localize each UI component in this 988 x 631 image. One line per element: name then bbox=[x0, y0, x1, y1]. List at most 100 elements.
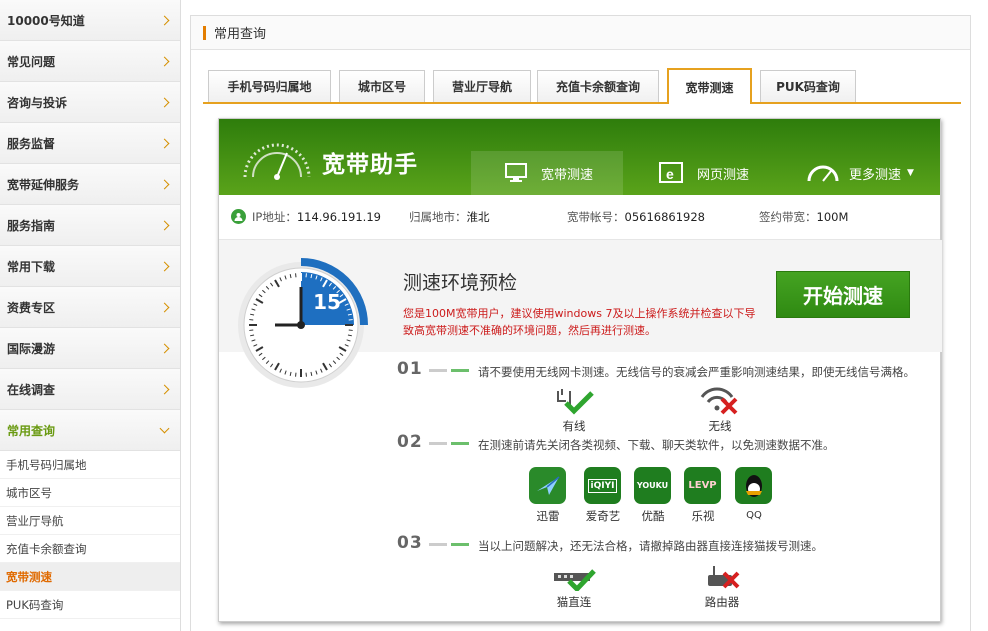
sidebar-item-service-guide[interactable]: 服务指南 bbox=[0, 205, 180, 246]
query-tabs: 手机号码归属地 城市区号 营业厅导航 充值卡余额查询 宽带测速 PUK码查询 bbox=[203, 68, 961, 104]
wireless-x-icon bbox=[700, 387, 738, 415]
sidebar-item-roaming[interactable]: 国际漫游 bbox=[0, 328, 180, 369]
header-accent-bar bbox=[203, 25, 206, 40]
chevron-right-icon bbox=[159, 56, 170, 66]
sidebar-item-label: 服务指南 bbox=[7, 218, 56, 233]
sidebar: 10000号知道 常见问题 咨询与投诉 服务监督 宽带延伸服务 服务指南 常用下… bbox=[0, 0, 181, 631]
sidebar-subitem-label: 城市区号 bbox=[6, 485, 52, 500]
sidebar-item-tariffs[interactable]: 资费专区 bbox=[0, 287, 180, 328]
account-label: 宽带帐号： bbox=[567, 210, 625, 224]
web-browser-icon: e bbox=[659, 162, 683, 183]
sidebar-subitem-phone-location[interactable]: 手机号码归属地 bbox=[0, 451, 180, 479]
sidebar-item-label: 咨询与投诉 bbox=[7, 95, 68, 110]
chevron-right-icon bbox=[159, 384, 170, 394]
sidebar-subitem-area-code[interactable]: 城市区号 bbox=[0, 479, 180, 507]
wireless-label: 无线 bbox=[708, 419, 732, 433]
account-info: 宽带帐号：05616861928 bbox=[567, 209, 705, 225]
modem-option: 猫直连 bbox=[551, 567, 597, 610]
tab-phone-location[interactable]: 手机号码归属地 bbox=[208, 70, 331, 102]
banner-tab-more[interactable]: 更多测速 ▼ bbox=[807, 151, 937, 195]
city-label: 归属地市： bbox=[409, 210, 467, 224]
chevron-down-icon bbox=[159, 423, 170, 433]
ip-label: IP地址： bbox=[252, 210, 297, 224]
sidebar-item-downloads[interactable]: 常用下载 bbox=[0, 246, 180, 287]
step-divider bbox=[429, 369, 469, 372]
sidebar-item-faq[interactable]: 常见问题 bbox=[0, 41, 180, 82]
wired-label: 有线 bbox=[562, 419, 586, 433]
sidebar-item-label: 国际漫游 bbox=[7, 341, 56, 356]
chevron-right-icon bbox=[159, 15, 170, 25]
timer-value: 15 bbox=[313, 290, 341, 314]
sidebar-item-label: 资费专区 bbox=[7, 300, 56, 315]
tab-card-balance[interactable]: 充值卡余额查询 bbox=[537, 70, 659, 102]
banner-tab-label: 更多测速 bbox=[849, 167, 902, 183]
iqiyi-icon: iQIYI bbox=[584, 467, 621, 504]
start-test-button[interactable]: 开始测速 bbox=[776, 271, 910, 318]
tab-label: 宽带测速 bbox=[685, 80, 734, 95]
sidebar-item-label: 10000号知道 bbox=[7, 13, 85, 28]
city-info: 归属地市：淮北 bbox=[409, 209, 490, 225]
sidebar-subitem-label: PUK码查询 bbox=[6, 597, 64, 612]
banner-tab-web[interactable]: e 网页测速 bbox=[659, 151, 809, 195]
countdown-timer: 15 bbox=[238, 258, 368, 388]
letv-icon: LEVP bbox=[684, 467, 721, 504]
chevron-right-icon bbox=[159, 261, 170, 271]
chevron-right-icon bbox=[159, 343, 170, 353]
tab-store-nav[interactable]: 营业厅导航 bbox=[433, 70, 531, 102]
sidebar-item-label: 常用查询 bbox=[7, 423, 56, 438]
app-label: QQ bbox=[746, 510, 762, 521]
app-label: 乐视 bbox=[691, 509, 715, 523]
sidebar-item-10000-zhidao[interactable]: 10000号知道 bbox=[0, 0, 180, 41]
chevron-right-icon bbox=[159, 220, 170, 230]
main-content: 常用查询 手机号码归属地 城市区号 营业厅导航 充值卡余额查询 宽带测速 PUK… bbox=[190, 15, 971, 631]
sidebar-item-broadband-extension[interactable]: 宽带延伸服务 bbox=[0, 164, 180, 205]
app-label: 优酷 bbox=[641, 509, 665, 523]
letv-badge: LEVP bbox=[688, 480, 717, 491]
tab-puk[interactable]: PUK码查询 bbox=[760, 70, 856, 102]
sidebar-subitem-label: 充值卡余额查询 bbox=[6, 541, 87, 556]
sidebar-subitem-puk[interactable]: PUK码查询 bbox=[0, 591, 180, 619]
env-check-title: 测速环境预检 bbox=[403, 272, 518, 294]
chevron-right-icon bbox=[159, 138, 170, 148]
wired-option: 有线 bbox=[551, 387, 597, 434]
gauge-icon bbox=[807, 165, 839, 182]
iqiyi-badge: iQIYI bbox=[587, 478, 618, 493]
sidebar-subitem-card-balance[interactable]: 充值卡余额查询 bbox=[0, 535, 180, 563]
tab-area-code[interactable]: 城市区号 bbox=[339, 70, 425, 102]
monitor-icon bbox=[505, 163, 527, 182]
youku-icon: YOUKU bbox=[634, 467, 671, 504]
step-number: 03 bbox=[397, 533, 423, 553]
sidebar-item-survey[interactable]: 在线调查 bbox=[0, 369, 180, 410]
ip-info: IP地址：114.96.191.19 bbox=[252, 209, 381, 225]
bandwidth-value: 100M bbox=[816, 210, 849, 224]
modem-label: 猫直连 bbox=[556, 595, 592, 609]
sidebar-subitem-store-nav[interactable]: 营业厅导航 bbox=[0, 507, 180, 535]
section-header: 常用查询 bbox=[191, 16, 970, 50]
step-number: 01 bbox=[397, 359, 423, 379]
sidebar-item-common-query[interactable]: 常用查询 bbox=[0, 410, 180, 451]
ip-value: 114.96.191.19 bbox=[296, 210, 381, 224]
sidebar-item-label: 常用下载 bbox=[7, 259, 56, 274]
user-icon bbox=[231, 209, 246, 224]
step-number: 02 bbox=[397, 432, 423, 452]
step-text: 在测速前请先关闭各类视频、下载、聊天类软件，以免测速数据不准。 bbox=[478, 438, 835, 452]
xunlei-icon bbox=[529, 467, 566, 504]
chevron-right-icon bbox=[159, 302, 170, 312]
step-divider bbox=[429, 442, 469, 445]
page-title: 常用查询 bbox=[214, 27, 267, 42]
tab-label: 营业厅导航 bbox=[451, 80, 512, 94]
wired-ok-icon bbox=[557, 389, 594, 415]
banner-tab-speed[interactable]: 宽带测速 bbox=[471, 151, 623, 195]
sidebar-item-label: 服务监督 bbox=[7, 136, 56, 151]
sidebar-item-supervision[interactable]: 服务监督 bbox=[0, 123, 180, 164]
step-text: 当以上问题解决，还无法合格，请撤掉路由器直接连接猫拨号测速。 bbox=[478, 539, 823, 553]
sidebar-subitem-speed-test[interactable]: 宽带测速 bbox=[0, 563, 180, 591]
qq-icon bbox=[735, 467, 772, 504]
tab-label: 充值卡余额查询 bbox=[555, 80, 640, 94]
wireless-option: 无线 bbox=[697, 387, 743, 434]
router-label: 路由器 bbox=[704, 595, 740, 609]
tab-label: 城市区号 bbox=[357, 80, 406, 94]
tab-speed-test[interactable]: 宽带测速 bbox=[667, 68, 752, 104]
sidebar-subitem-label: 宽带测速 bbox=[6, 569, 52, 584]
sidebar-item-complaints[interactable]: 咨询与投诉 bbox=[0, 82, 180, 123]
